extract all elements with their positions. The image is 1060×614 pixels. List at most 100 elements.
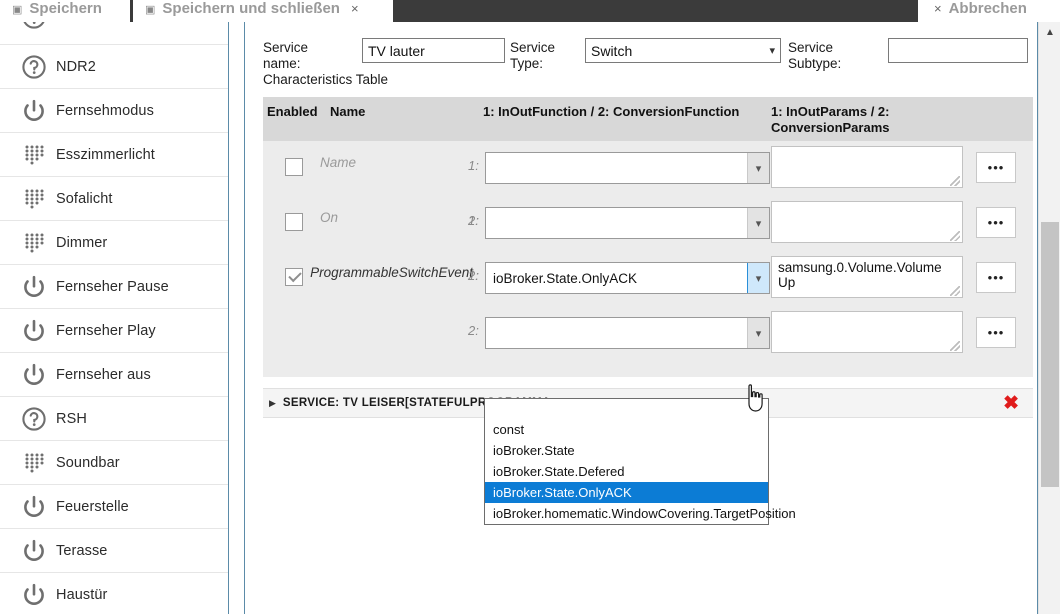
help-circle-icon <box>12 54 56 80</box>
tab-abbrechen[interactable]: × Abbrechen <box>918 0 1060 22</box>
service-name-input[interactable] <box>362 38 505 63</box>
keypad-dots-icon <box>12 142 56 168</box>
function-select-1[interactable]: ▾ <box>485 207 770 239</box>
service-subtype-input[interactable] <box>888 38 1028 63</box>
params-textarea-1[interactable] <box>771 201 963 243</box>
sidebar-item-feuerstelle[interactable]: Feuerstelle <box>0 485 228 529</box>
device-sidebar[interactable]: NDR2 Fernsehmodus Esszimmerlicht Sofalicht D… <box>0 22 228 614</box>
characteristic-name: ProgrammableSwitchEvent <box>310 265 473 280</box>
resize-grip-icon[interactable] <box>950 341 960 351</box>
sidebar-gap <box>229 22 244 614</box>
service-type-value: Switch <box>591 42 633 59</box>
function-select-value: ioBroker.State.OnlyACK <box>493 270 638 286</box>
function-dropdown-list[interactable]: const ioBroker.State ioBroker.State.Defere… <box>484 398 796 525</box>
th-enabled: Enabled <box>267 104 318 119</box>
sidebar-item-esszimmerlicht[interactable]: Esszimmerlicht <box>0 133 228 177</box>
function-select-1[interactable]: ioBroker.State.OnlyACK ▾ <box>485 262 770 294</box>
tab-speichern[interactable]: ▣ Speichern <box>0 0 130 22</box>
sidebar-item-label: Haustür <box>56 586 108 603</box>
sidebar-item-fernseher-play[interactable]: Fernseher Play <box>0 309 228 353</box>
sidebar-item-fernseher-pause[interactable]: Fernseher Pause <box>0 265 228 309</box>
power-icon <box>12 274 56 300</box>
params-browse-button-1[interactable]: ••• <box>976 152 1016 183</box>
resize-grip-icon[interactable] <box>950 176 960 186</box>
enabled-checkbox[interactable] <box>285 158 303 176</box>
params-textarea-2[interactable] <box>771 311 963 353</box>
params-value: samsung.0.Volume.Volume Up <box>778 260 942 290</box>
chevron-down-icon[interactable]: ▾ <box>747 208 769 238</box>
sidebar-item-label: Feuerstelle <box>56 498 129 515</box>
dropdown-option[interactable]: ioBroker.State.Defered <box>485 461 768 482</box>
sidebar-item-label: Fernseher Pause <box>56 278 169 295</box>
enabled-checkbox[interactable] <box>285 268 303 286</box>
characteristic-name: Name <box>320 155 357 170</box>
th-name: Name <box>330 104 366 119</box>
dropdown-option[interactable]: ioBroker.State <box>485 440 768 461</box>
dropdown-option[interactable]: const <box>485 419 768 440</box>
function-select-1[interactable]: ▾ <box>485 152 770 184</box>
service-editor-panel: Service name: Characteristics Table Serv… <box>245 22 1038 614</box>
help-circle-icon <box>12 406 56 432</box>
help-circle-icon <box>12 22 56 30</box>
resize-grip-icon[interactable] <box>950 286 960 296</box>
vertical-scrollbar[interactable]: ▲ <box>1038 22 1060 614</box>
enabled-checkbox[interactable] <box>285 213 303 231</box>
service-name-label: Service name: <box>263 40 309 71</box>
close-icon[interactable]: × <box>351 1 359 17</box>
params-browse-button-1[interactable]: ••• <box>976 262 1016 293</box>
sidebar-item-fernseher-aus[interactable]: Fernseher aus <box>0 353 228 397</box>
mouse-cursor-hand <box>742 383 768 418</box>
sidebar-item-label: Dimmer <box>56 234 108 251</box>
close-icon: × <box>934 1 942 16</box>
sidebar-item-label: Fernseher aus <box>56 366 151 383</box>
chevron-down-icon[interactable]: ▾ <box>747 318 769 348</box>
characteristic-name: On <box>320 210 339 225</box>
dropdown-option[interactable]: ioBroker.State.OnlyACK <box>485 482 768 503</box>
sidebar-item-soundbar[interactable]: Soundbar <box>0 441 228 485</box>
params-browse-button-1[interactable]: ••• <box>976 207 1016 238</box>
tab-speichern-und-schliessen-label: Speichern und schließen <box>162 0 340 17</box>
sidebar-item-sofalicht[interactable]: Sofalicht <box>0 177 228 221</box>
th-inoutfunction: 1: InOutFunction / 2: ConversionFunction <box>483 104 740 119</box>
chevron-down-icon: ▾ <box>769 45 775 57</box>
chevron-down-icon[interactable]: ▾ <box>747 263 769 293</box>
service-type-select[interactable]: Switch ▾ <box>585 38 781 63</box>
power-icon <box>12 582 56 608</box>
table-row: ProgrammableSwitchEvent 1: ioBroker.State.… <box>263 251 1033 377</box>
row-index-1: 1: <box>468 268 479 283</box>
sidebar-item-rsh[interactable]: RSH <box>0 397 228 441</box>
sidebar-item-ndr2[interactable]: NDR2 <box>0 45 228 89</box>
sidebar-item-fernsehmodus[interactable]: Fernsehmodus <box>0 89 228 133</box>
resize-grip-icon[interactable] <box>950 231 960 241</box>
keypad-dots-icon <box>12 450 56 476</box>
power-icon <box>12 318 56 344</box>
service-type-label: Service Type: <box>510 40 556 71</box>
row-index-1: 1: <box>468 158 479 173</box>
delete-service-button[interactable]: ✖ <box>1003 393 1019 414</box>
table-row: On1:▾•••2:▾••• <box>263 196 1033 298</box>
table-row: Name1:▾•••2:▾••• <box>263 141 1033 243</box>
sidebar-item-label: NDR2 <box>56 58 96 75</box>
characteristics-table-body: Name1:▾•••2:▾•••On1:▾•••2:▾•••Programmab… <box>263 141 1033 377</box>
scroll-up-arrow-icon[interactable]: ▲ <box>1039 22 1060 42</box>
scrollbar-thumb[interactable] <box>1041 222 1059 487</box>
chevron-right-icon[interactable]: ▶ <box>269 398 276 409</box>
params-textarea-1[interactable] <box>771 146 963 188</box>
dropdown-option[interactable]: ioBroker.homematic.WindowCovering.Target… <box>485 503 796 524</box>
sidebar-item-dimmer[interactable]: Dimmer <box>0 221 228 265</box>
function-select-2[interactable]: ▾ <box>485 317 770 349</box>
tab-speichern-und-schliessen[interactable]: ▣ Speichern und schließen × <box>133 0 393 22</box>
chevron-down-icon[interactable]: ▾ <box>747 153 769 183</box>
sidebar-item-label: Fernseher Play <box>56 322 156 339</box>
sidebar-item-label: Esszimmerlicht <box>56 146 155 163</box>
sidebar-item-haustür[interactable]: Haustür <box>0 573 228 614</box>
params-textarea-1[interactable]: samsung.0.Volume.Volume Up <box>771 256 963 298</box>
sidebar-item-partial[interactable] <box>0 22 228 45</box>
save-icon: ▣ <box>12 4 23 16</box>
power-icon <box>12 362 56 388</box>
params-browse-button-2[interactable]: ••• <box>976 317 1016 348</box>
sidebar-item-label: Terasse <box>56 542 108 559</box>
sidebar-item-terasse[interactable]: Terasse <box>0 529 228 573</box>
tab-speichern-label: Speichern <box>29 0 102 17</box>
sidebar-item-label: Fernsehmodus <box>56 102 154 119</box>
